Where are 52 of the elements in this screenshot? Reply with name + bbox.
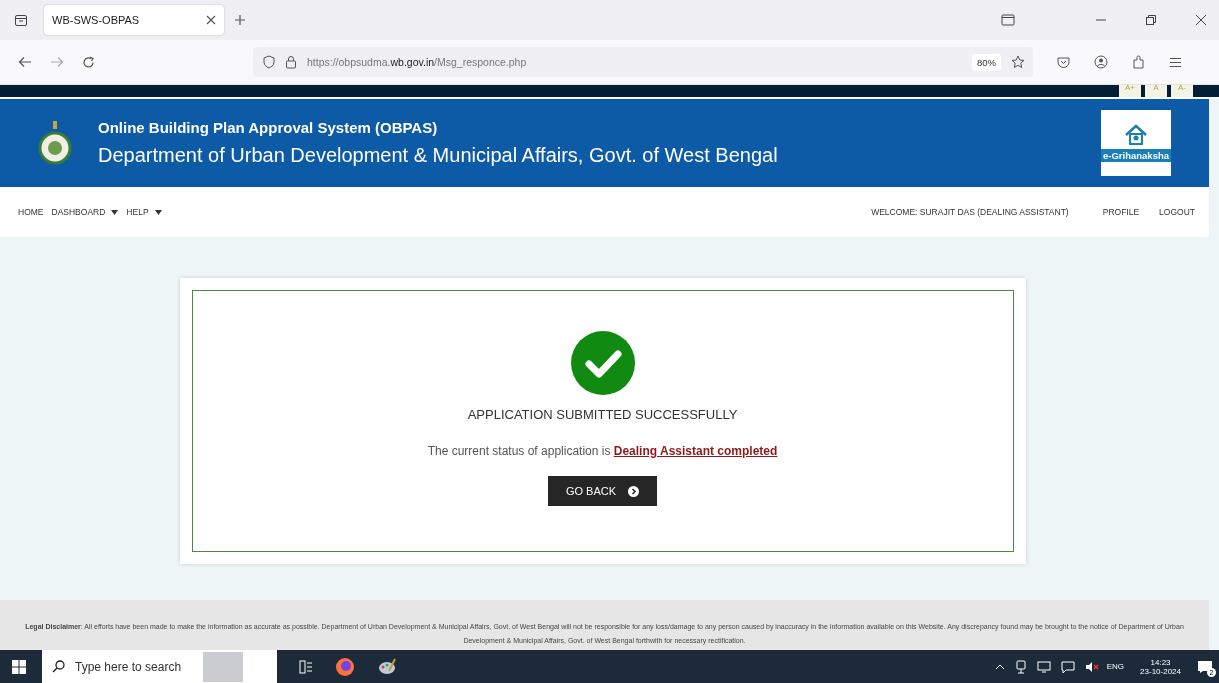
lock-icon	[285, 55, 297, 69]
address-bar[interactable]: https://obpsudma.wb.gov.in/Msg_responce.php 80%	[253, 47, 1033, 77]
house-icon	[1124, 124, 1148, 146]
muted-speaker-icon[interactable]	[1084, 660, 1099, 673]
arrow-circle-icon	[628, 485, 640, 497]
taskbar-search-box[interactable]: Type here to search	[42, 650, 277, 683]
pocket-icon[interactable]	[1057, 56, 1070, 68]
status-message: The current status of application is Dealing Assistant completed	[427, 444, 778, 458]
check-circle-icon	[570, 331, 635, 395]
success-heading: APPLICATION SUBMITTED SUCCESSFULLY	[467, 407, 738, 422]
e-grihanaksha-logo: e-Grihanaksha	[1101, 110, 1171, 176]
site-title: Online Building Plan Approval System (OBPAS)	[98, 119, 439, 136]
menu-link[interactable]: DASHBOARD	[51, 207, 119, 217]
chevron-up-icon[interactable]	[994, 663, 1005, 670]
task-view-icon[interactable]	[299, 659, 313, 674]
clock-date[interactable]: 23-10-2024	[1140, 666, 1181, 676]
menu-link[interactable]: HOME	[18, 207, 44, 217]
firefox-icon[interactable]	[335, 656, 355, 677]
back-arrow-icon[interactable]	[18, 56, 32, 68]
zoom-level[interactable]: 80%	[972, 53, 1001, 71]
puzzle-icon[interactable]	[1132, 55, 1145, 69]
window-icon[interactable]	[1001, 14, 1015, 26]
star-icon[interactable]	[1011, 55, 1025, 69]
menu-link[interactable]: HELP	[126, 207, 162, 217]
restore-icon[interactable]	[1145, 14, 1157, 26]
menu-icon[interactable]	[1169, 56, 1182, 68]
status-link[interactable]: Dealing Assistant completed	[613, 444, 778, 458]
clock-time[interactable]: 14:23	[1150, 657, 1171, 667]
search-highlight-picture	[203, 651, 243, 682]
account-icon[interactable]	[1094, 55, 1108, 69]
url-text: https://obpsudma.wb.gov.in/Msg_responce.php	[307, 56, 527, 68]
search-icon	[52, 660, 65, 673]
close-icon[interactable]	[206, 15, 216, 25]
network-icon[interactable]	[1014, 659, 1027, 674]
tab-list-icon[interactable]	[14, 13, 28, 27]
reload-icon[interactable]	[82, 55, 95, 69]
chat-icon[interactable]	[1060, 659, 1075, 674]
language-indicator[interactable]: ENG	[1106, 662, 1125, 671]
windows-start-icon[interactable]	[12, 659, 26, 674]
department-name: Department of Urban Development & Municipal Affairs, Govt. of West Bengal	[98, 144, 779, 167]
welcome-text: WELCOME: SURAJIT DAS (DEALING ASSISTANT)	[871, 207, 1069, 217]
menu-link[interactable]: LOGOUT	[1159, 207, 1195, 217]
plus-icon[interactable]	[234, 14, 246, 26]
notification-icon[interactable]	[1197, 659, 1213, 674]
go-back-button[interactable]: GO BACK	[547, 476, 658, 506]
browser-tab[interactable]: WB-SWS-OBPAS	[44, 5, 224, 35]
close-icon[interactable]	[1195, 14, 1207, 26]
shield-icon	[263, 55, 275, 69]
monitor-icon[interactable]	[1036, 659, 1051, 674]
menu-link[interactable]: PROFILE	[1102, 207, 1140, 217]
paint-app-icon[interactable]	[377, 656, 397, 677]
emblem-logo-icon	[38, 120, 72, 166]
